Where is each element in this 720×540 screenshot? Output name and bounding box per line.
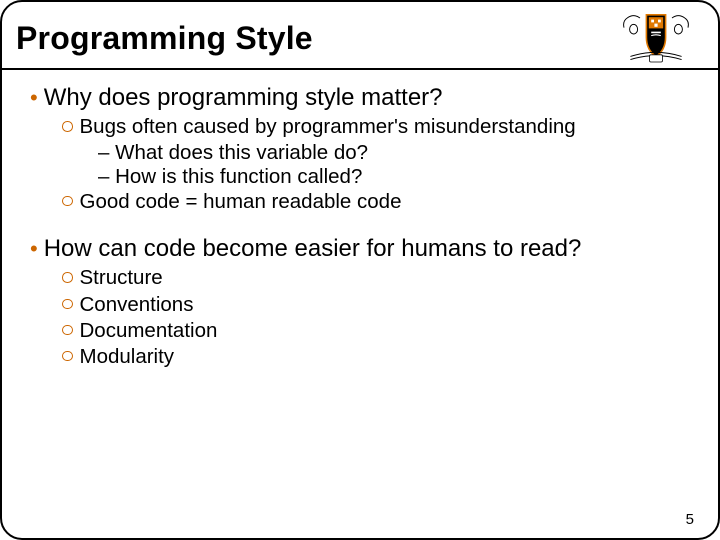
bullet-ring-icon — [62, 196, 73, 207]
spacer — [16, 215, 704, 229]
bullet-ring-icon — [62, 299, 73, 310]
bullet-level2: Bugs often caused by programmer's misund… — [16, 114, 704, 140]
princeton-shield-icon — [616, 10, 696, 66]
bullet-level2: Conventions — [16, 292, 704, 318]
slide-body: • Why does programming style matter? Bug… — [2, 70, 718, 370]
bullet-ring-icon — [62, 325, 73, 336]
slide-frame: Programming Style — [0, 0, 720, 540]
bullet-dot-icon: • — [30, 235, 38, 263]
bullet-ring-icon — [62, 351, 73, 362]
page-number: 5 — [686, 511, 694, 528]
title-row: Programming Style — [2, 2, 718, 70]
bullet-level2: Good code = human readable code — [16, 189, 704, 215]
section2-item: Structure — [80, 266, 163, 290]
bullet-ring-icon — [62, 121, 73, 132]
bullet-level2: Modularity — [16, 344, 704, 370]
section2-item: Conventions — [80, 293, 194, 317]
section2-item: Modularity — [80, 345, 175, 369]
slide-title: Programming Style — [16, 20, 313, 57]
section1-sub2: Good code = human readable code — [80, 190, 402, 214]
bullet-level1: • Why does programming style matter? — [16, 78, 704, 114]
bullet-level3: – What does this variable do? — [16, 141, 704, 165]
section1-sub1: Bugs often caused by programmer's misund… — [80, 115, 576, 139]
bullet-level2: Structure — [16, 265, 704, 291]
section1-heading: Why does programming style matter? — [44, 84, 443, 112]
bullet-ring-icon — [62, 272, 73, 283]
section2-heading: How can code become easier for humans to… — [44, 235, 582, 263]
section2-item: Documentation — [80, 319, 218, 343]
bullet-dot-icon: • — [30, 84, 38, 112]
bullet-level1: • How can code become easier for humans … — [16, 229, 704, 265]
bullet-level2: Documentation — [16, 318, 704, 344]
bullet-level3: – How is this function called? — [16, 165, 704, 189]
